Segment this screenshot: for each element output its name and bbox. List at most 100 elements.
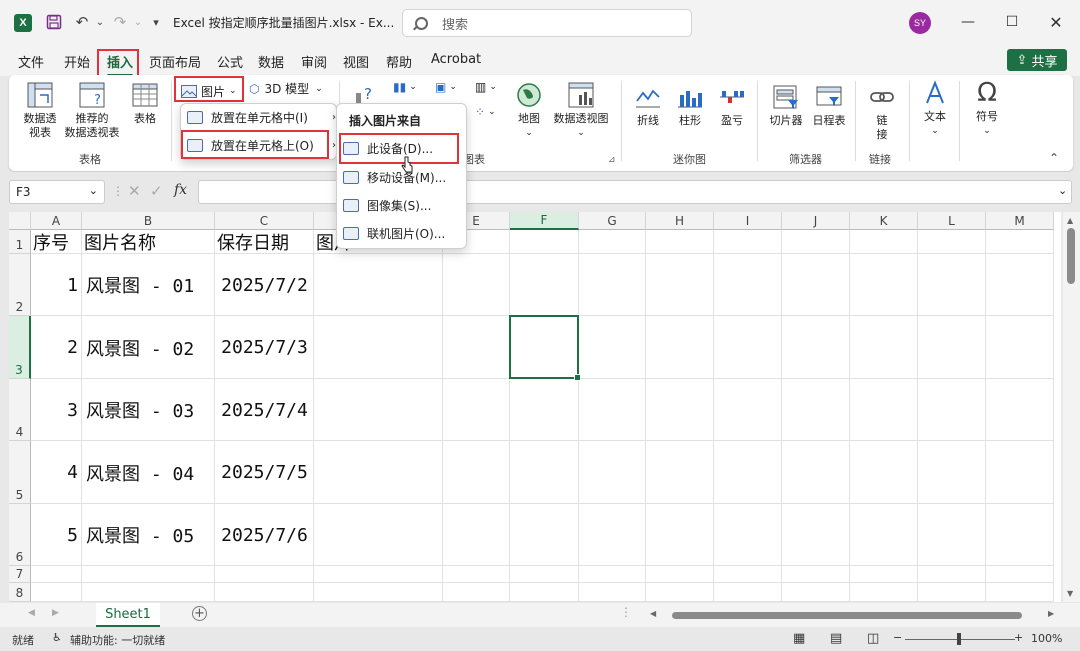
- cancel-icon[interactable]: ✕: [128, 182, 141, 200]
- cell-h7[interactable]: [646, 566, 714, 583]
- row-header-5[interactable]: 5: [9, 441, 31, 504]
- cell-j1[interactable]: [782, 230, 850, 254]
- scroll-right-icon[interactable]: ▶: [1048, 609, 1054, 618]
- cell-m3[interactable]: [986, 316, 1054, 379]
- cell-g7[interactable]: [579, 566, 646, 583]
- column-header-b[interactable]: B: [82, 212, 215, 230]
- name-box[interactable]: F3 ⌄: [9, 180, 105, 204]
- cell-f6[interactable]: [510, 504, 579, 566]
- cell-h1[interactable]: [646, 230, 714, 254]
- cell-h4[interactable]: [646, 379, 714, 441]
- zoom-in-icon[interactable]: +: [1014, 631, 1023, 644]
- undo-dropdown-icon[interactable]: ⌄: [90, 12, 110, 32]
- pivot-table-button[interactable]: 数据透 视表: [17, 81, 63, 140]
- next-sheet-icon[interactable]: ▶: [52, 608, 59, 618]
- cell-d6[interactable]: [314, 504, 443, 566]
- horizontal-scroll-thumb[interactable]: [672, 612, 1022, 619]
- cell-g4[interactable]: [579, 379, 646, 441]
- tab-view[interactable]: 视图: [343, 52, 369, 71]
- save-icon[interactable]: [44, 12, 64, 32]
- cell-e3[interactable]: [443, 316, 510, 379]
- tab-file[interactable]: 文件: [18, 52, 44, 71]
- zoom-slider-knob[interactable]: [957, 633, 961, 645]
- cell-h5[interactable]: [646, 441, 714, 504]
- cell-g5[interactable]: [579, 441, 646, 504]
- share-button[interactable]: ⇪ 共享: [1007, 49, 1067, 71]
- column-header-m[interactable]: M: [986, 212, 1054, 230]
- customize-toolbar-icon[interactable]: ▾: [146, 12, 166, 32]
- search-input[interactable]: 搜索: [402, 9, 692, 37]
- cell-k8[interactable]: [850, 583, 918, 602]
- 3d-model-button[interactable]: ⬡ 3D 模型 ⌄: [249, 80, 323, 97]
- cell-m2[interactable]: [986, 254, 1054, 316]
- cell-e5[interactable]: [443, 441, 510, 504]
- cell-k2[interactable]: [850, 254, 918, 316]
- recommended-pivot-button[interactable]: ? 推荐的 数据透视表: [61, 81, 123, 140]
- vertical-scroll-thumb[interactable]: [1067, 228, 1075, 284]
- cell-l7[interactable]: [918, 566, 986, 583]
- column-header-a[interactable]: A: [31, 212, 82, 230]
- enter-icon[interactable]: ✓: [150, 182, 163, 200]
- cell-f1[interactable]: [510, 230, 579, 254]
- cell-g1[interactable]: [579, 230, 646, 254]
- row-header-2[interactable]: 2: [9, 254, 31, 316]
- cell-m5[interactable]: [986, 441, 1054, 504]
- tab-page-layout[interactable]: 页面布局: [149, 52, 201, 71]
- cell-j8[interactable]: [782, 583, 850, 602]
- collapse-ribbon-icon[interactable]: ⌃: [1049, 151, 1059, 165]
- avatar[interactable]: SY: [909, 12, 931, 34]
- cell-c8[interactable]: [215, 583, 314, 602]
- table-button[interactable]: 表格: [127, 81, 163, 126]
- menu-item-online-pictures[interactable]: 联机图片(O)...: [343, 220, 445, 246]
- cell-k3[interactable]: [850, 316, 918, 379]
- row-header-6[interactable]: 6: [9, 504, 31, 566]
- cell-e8[interactable]: [443, 583, 510, 602]
- cell-f5[interactable]: [510, 441, 579, 504]
- cell-g6[interactable]: [579, 504, 646, 566]
- column-header-f[interactable]: F: [510, 212, 579, 230]
- cell-h8[interactable]: [646, 583, 714, 602]
- cell-m4[interactable]: [986, 379, 1054, 441]
- insert-function-icon[interactable]: fx: [174, 182, 187, 198]
- undo-icon[interactable]: ↶: [72, 12, 92, 32]
- pivot-chart-button[interactable]: 数据透视图 ⌄: [549, 81, 613, 140]
- cell-d8[interactable]: [314, 583, 443, 602]
- cell-f2[interactable]: [510, 254, 579, 316]
- tab-acrobat[interactable]: Acrobat: [431, 52, 481, 67]
- scroll-up-icon[interactable]: ▲: [1067, 216, 1073, 225]
- normal-view-icon[interactable]: ▦: [793, 631, 805, 646]
- sparkline-win-loss-button[interactable]: 盈亏: [713, 83, 751, 128]
- cell-i2[interactable]: [714, 254, 782, 316]
- tab-formulas[interactable]: 公式: [217, 52, 243, 71]
- menu-item-place-in-cell[interactable]: 放置在单元格中(I) ›: [187, 104, 336, 130]
- redo-dropdown-icon[interactable]: ⌄: [128, 12, 148, 32]
- cell-j6[interactable]: [782, 504, 850, 566]
- tab-data[interactable]: 数据: [258, 52, 284, 71]
- cell-j2[interactable]: [782, 254, 850, 316]
- tab-review[interactable]: 审阅: [301, 52, 327, 71]
- cell-i7[interactable]: [714, 566, 782, 583]
- sheet-split-icon[interactable]: ⋮: [620, 605, 632, 619]
- page-layout-view-icon[interactable]: ▤: [830, 631, 842, 646]
- prev-sheet-icon[interactable]: ◀: [28, 608, 35, 618]
- hierarchy-chart-button[interactable]: ▣ ⌄: [435, 80, 457, 94]
- redo-icon[interactable]: ↷: [110, 12, 130, 32]
- cell-i1[interactable]: [714, 230, 782, 254]
- cell-h6[interactable]: [646, 504, 714, 566]
- maximize-icon[interactable]: ☐: [1002, 12, 1022, 32]
- minimize-icon[interactable]: —: [958, 12, 978, 32]
- cell-i6[interactable]: [714, 504, 782, 566]
- cell-d7[interactable]: [314, 566, 443, 583]
- cell-g3[interactable]: [579, 316, 646, 379]
- close-icon[interactable]: ✕: [1046, 12, 1066, 32]
- cell-j3[interactable]: [782, 316, 850, 379]
- timeline-button[interactable]: 日程表: [809, 83, 849, 128]
- cell-j7[interactable]: [782, 566, 850, 583]
- cell-k5[interactable]: [850, 441, 918, 504]
- cell-e4[interactable]: [443, 379, 510, 441]
- cell-l1[interactable]: [918, 230, 986, 254]
- column-header-j[interactable]: J: [782, 212, 850, 230]
- text-button[interactable]: 文本 ⌄: [917, 79, 953, 138]
- cell-m7[interactable]: [986, 566, 1054, 583]
- cell-a7[interactable]: [31, 566, 82, 583]
